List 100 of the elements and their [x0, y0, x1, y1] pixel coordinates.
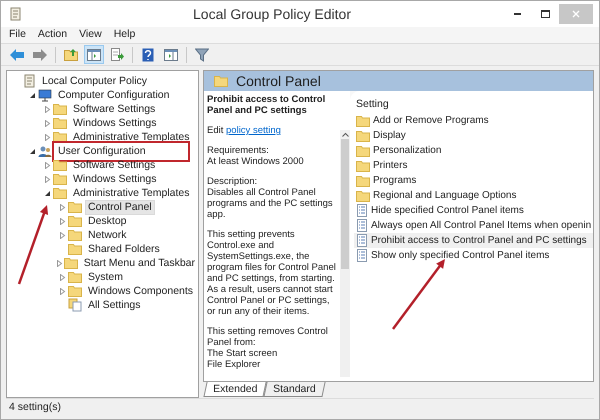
document-icon	[356, 249, 368, 262]
window-icon	[164, 48, 178, 60]
tab[interactable]: Standard	[264, 382, 326, 397]
description-text: Description:	[207, 176, 258, 187]
export-list-icon	[110, 48, 124, 62]
folder-icon	[64, 257, 78, 269]
folder-icon	[356, 114, 370, 126]
collapsed-arrow-icon[interactable]	[58, 288, 66, 294]
tree-item[interactable]: Local Computer Policy	[39, 74, 150, 88]
scroll-icon	[23, 74, 36, 88]
tree-item[interactable]: Administrative Templates	[70, 186, 193, 200]
setting-item[interactable]: Personalization	[373, 143, 442, 158]
setting-item[interactable]: Regional and Language Options	[373, 188, 516, 203]
tree-item[interactable]: Windows Components	[85, 284, 196, 298]
pane-icon	[87, 48, 101, 60]
collapsed-arrow-icon[interactable]	[58, 232, 66, 238]
description-text: At least Windows 2000	[207, 156, 305, 167]
tree-item[interactable]: Network	[85, 228, 130, 242]
help-icon	[142, 48, 154, 62]
documents-icon	[68, 298, 82, 312]
menu-item[interactable]: View	[79, 27, 102, 43]
collapsed-arrow-icon[interactable]	[44, 106, 50, 112]
collapsed-arrow-icon[interactable]	[44, 176, 50, 182]
description-text: The Start screen	[207, 348, 278, 359]
scroll-icon	[9, 7, 22, 21]
forward-arrow-icon	[33, 48, 47, 60]
folder-icon	[356, 130, 370, 142]
document-icon	[356, 234, 368, 247]
tree-item[interactable]: User Configuration	[55, 144, 187, 158]
collapsed-arrow-icon[interactable]	[44, 162, 50, 168]
tree-item[interactable]: Windows Settings	[70, 116, 160, 130]
folder-icon	[53, 103, 67, 115]
folder-icon	[68, 201, 82, 213]
tree-item[interactable]: Administrative Templates	[70, 130, 193, 144]
tree-item[interactable]: Start Menu and Taskbar	[80, 256, 198, 270]
collapsed-arrow-icon[interactable]	[58, 274, 66, 280]
folder-icon	[68, 285, 82, 297]
description-text: File Explorer	[207, 359, 262, 370]
folder-icon	[68, 229, 82, 241]
document-icon	[356, 204, 368, 217]
tree-item[interactable]: Windows Settings	[70, 172, 160, 186]
tree-item[interactable]: Computer Configuration	[55, 88, 172, 102]
expanded-arrow-icon[interactable]	[28, 92, 36, 98]
back-arrow-icon	[10, 48, 24, 60]
tree-item[interactable]: Shared Folders	[85, 242, 163, 256]
scroll-up-icon[interactable]	[342, 132, 348, 137]
description-text: Requirements:	[207, 145, 270, 156]
tree-item[interactable]: Software Settings	[70, 158, 158, 172]
expanded-arrow-icon[interactable]	[44, 190, 50, 196]
folder-icon	[53, 173, 67, 185]
folder-icon	[356, 144, 370, 156]
collapsed-arrow-icon[interactable]	[58, 218, 66, 224]
menu-item[interactable]: File	[9, 27, 26, 43]
folder-icon	[68, 271, 82, 283]
tree-item[interactable]: Control Panel	[85, 200, 155, 214]
folder-icon	[356, 160, 370, 172]
scrollbar[interactable]	[340, 130, 350, 377]
setting-item[interactable]: Printers	[373, 158, 408, 173]
document-icon	[356, 219, 368, 232]
expanded-arrow-icon[interactable]	[28, 148, 36, 154]
folder-icon	[53, 187, 67, 199]
collapsed-arrow-icon[interactable]	[44, 120, 50, 126]
setting-item[interactable]: Show only specified Control Panel items	[371, 248, 550, 263]
setting-item[interactable]: Display	[373, 128, 406, 143]
collapsed-arrow-icon[interactable]	[44, 134, 50, 140]
setting-item[interactable]: Programs	[373, 173, 416, 188]
users-icon	[38, 144, 52, 158]
menu-item[interactable]: Help	[114, 27, 136, 43]
tree-item[interactable]: All Settings	[85, 298, 144, 312]
annotation-arrow	[392, 259, 445, 330]
window-title: Local Group Policy Editor	[192, 4, 352, 24]
tree-item[interactable]: System	[85, 270, 126, 284]
setting-item[interactable]: Always open All Control Panel Items when openin	[371, 218, 592, 233]
filter-icon	[195, 48, 209, 62]
folder-up-icon	[64, 48, 78, 61]
folder-icon	[68, 243, 82, 255]
toolbar-button[interactable]	[84, 45, 104, 64]
policy-heading: Prohibit access to Control Panel and PC settings	[207, 94, 326, 116]
computer-icon	[38, 88, 52, 102]
folder-icon	[68, 215, 82, 227]
description-text: This setting removes Control Panel from:	[207, 326, 329, 348]
tree-item[interactable]: Software Settings	[70, 102, 158, 116]
folder-icon	[356, 174, 370, 186]
folder-icon	[53, 131, 67, 143]
tree-item[interactable]: Desktop	[85, 214, 130, 228]
policy-setting-link[interactable]: policy setting	[226, 125, 281, 136]
description-text: Disables all Control Panel programs and the PC settings app.	[207, 187, 334, 220]
description-text: This setting prevents Control.exe and SystemSettings.exe, the program files for Control Panel and PC settings, from starting. As a result, users cannot start Control Panel or PC settings, or run any of their items.	[207, 229, 337, 317]
pane-title: Control Panel	[236, 72, 321, 90]
folder-icon	[53, 159, 67, 171]
folder-icon	[356, 190, 370, 202]
collapsed-arrow-icon[interactable]	[58, 204, 66, 210]
setting-item[interactable]: Add or Remove Programs	[373, 113, 489, 128]
tab[interactable]: Extended	[203, 382, 267, 397]
collapsed-arrow-icon[interactable]	[56, 260, 64, 266]
folder-icon	[53, 117, 67, 129]
column-header[interactable]: Setting	[354, 97, 593, 113]
menu-item[interactable]: Action	[38, 27, 68, 43]
setting-item[interactable]: Hide specified Control Panel items	[371, 203, 524, 218]
edit-text: Edit policy setting	[207, 125, 282, 136]
